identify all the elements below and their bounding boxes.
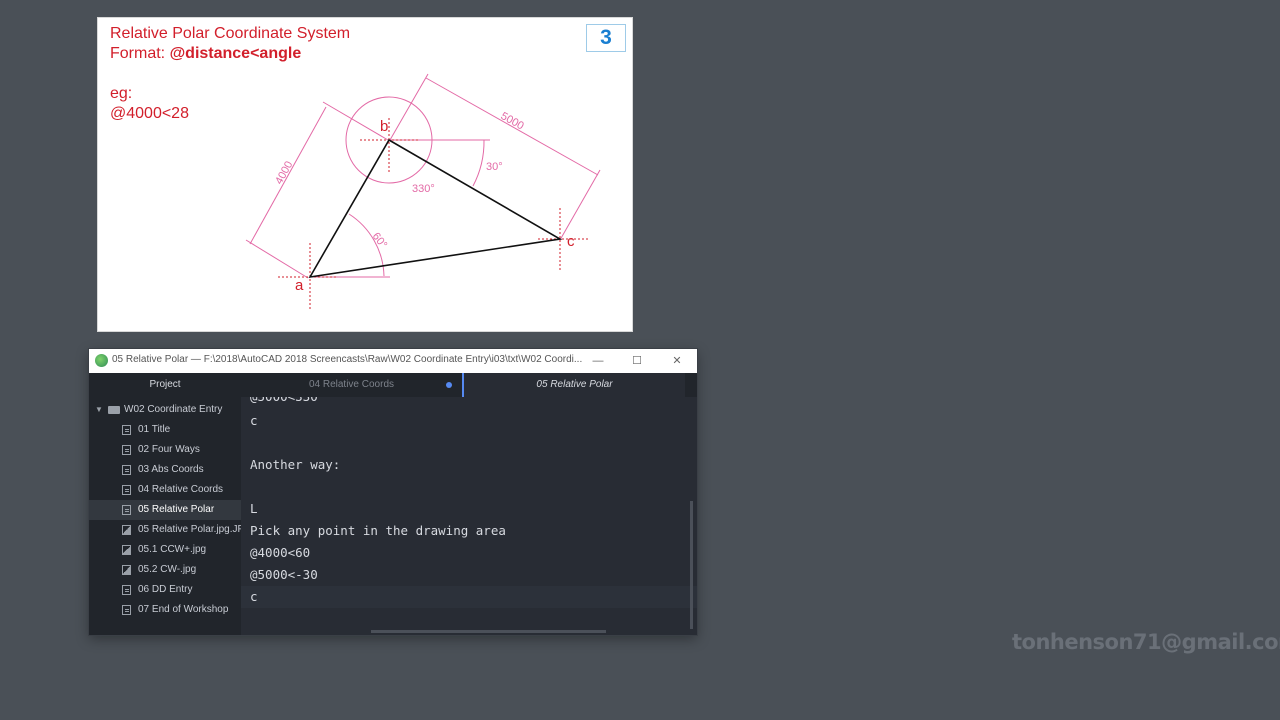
polar-diagram: a b c 4000 5000 60° 30° 330° — [245, 73, 601, 310]
folder-icon — [108, 406, 120, 414]
tree-item-label: 03 Abs Coords — [138, 464, 204, 475]
file-icon — [122, 505, 131, 515]
folder-label: W02 Coordinate Entry — [124, 404, 223, 415]
tab-04-relative-coords[interactable]: 04 Relative Coords — [241, 373, 463, 397]
text-editor[interactable]: @5000<330 c Another way: L Pick any poin… — [241, 397, 697, 635]
tree-item-label: 06 DD Entry — [138, 584, 193, 595]
label-b: b — [380, 118, 388, 135]
tree-item-label: 05.1 CCW+.jpg — [138, 544, 207, 555]
project-sidebar: Project ▼ W02 Coordinate Entry 01 Title … — [89, 373, 241, 635]
editor-line: @5000<330 — [250, 397, 318, 408]
editor-line: c — [250, 413, 258, 428]
tree-item-label: 05 Relative Polar.jpg.JPG — [138, 524, 241, 535]
minimize-button[interactable]: — — [578, 349, 618, 373]
tree-item-label: 04 Relative Coords — [138, 484, 224, 495]
email-watermark: tonhenson71@gmail.com — [1012, 630, 1280, 654]
tree-item-label: 05.2 CW-.jpg — [138, 564, 197, 575]
modified-dot-icon — [446, 382, 452, 388]
image-file-icon — [122, 565, 131, 575]
window-titlebar[interactable]: 05 Relative Polar — F:\2018\AutoCAD 2018… — [89, 349, 697, 373]
editor-window: 05 Relative Polar — F:\2018\AutoCAD 2018… — [89, 349, 697, 635]
editor-line: Another way: — [250, 457, 341, 472]
slide-image: Relative Polar Coordinate System Format:… — [98, 18, 632, 331]
triangle-abc — [308, 138, 563, 279]
label-60deg: 60° — [370, 230, 390, 251]
arc-30 — [472, 139, 485, 187]
tree-item-label: 05 Relative Polar — [138, 504, 215, 515]
maximize-button[interactable]: ☐ — [617, 349, 657, 373]
file-icon — [122, 445, 131, 455]
tree-item-label: 02 Four Ways — [138, 444, 200, 455]
label-a: a — [295, 277, 304, 294]
tree-item-05-relative-polar[interactable]: 05 Relative Polar — [89, 500, 241, 520]
ext-line-c — [559, 169, 601, 241]
tree-item-07-end-of-workshop[interactable]: 07 End of Workshop — [89, 600, 241, 620]
editor-line: Pick any point in the drawing area — [250, 523, 506, 538]
sidebar-header[interactable]: Project — [89, 373, 241, 397]
ext-line-a — [245, 239, 309, 279]
image-file-icon — [122, 525, 131, 535]
label-30deg: 30° — [486, 161, 503, 173]
editor-line: c — [250, 589, 258, 604]
horizontal-scrollbar[interactable] — [371, 630, 606, 633]
tree-item-06-dd-entry[interactable]: 06 DD Entry — [89, 580, 241, 600]
tree-item-05-2-cw[interactable]: 05.2 CW-.jpg — [89, 560, 241, 580]
label-4000: 4000 — [273, 159, 295, 186]
file-icon — [122, 585, 131, 595]
vertical-scrollbar[interactable] — [690, 501, 693, 629]
cursor-line-highlight — [241, 586, 697, 608]
label-5000: 5000 — [499, 110, 526, 132]
editor-line: @4000<60 — [250, 545, 311, 560]
label-330deg: 330° — [412, 183, 435, 195]
tree-folder[interactable]: ▼ W02 Coordinate Entry — [89, 400, 241, 420]
tree-item-05-1-ccw[interactable]: 05.1 CCW+.jpg — [89, 540, 241, 560]
tree-item-04-relative-coords[interactable]: 04 Relative Coords — [89, 480, 241, 500]
close-button[interactable]: ✕ — [657, 349, 697, 373]
editor-line: L — [250, 501, 258, 516]
tree-item-label: 01 Title — [138, 424, 171, 435]
window-title: 05 Relative Polar — F:\2018\AutoCAD 2018… — [112, 354, 582, 365]
file-icon — [122, 605, 131, 615]
tab-label: 04 Relative Coords — [308, 379, 395, 390]
chevron-down-icon: ▼ — [95, 405, 103, 414]
image-file-icon — [122, 545, 131, 555]
tree-item-label: 07 End of Workshop — [138, 604, 229, 615]
atom-app-icon — [95, 354, 108, 367]
editor-line: @5000<-30 — [250, 567, 318, 582]
file-icon — [122, 465, 131, 475]
tab-label: 05 Relative Polar — [536, 379, 613, 390]
file-icon — [122, 485, 131, 495]
label-c: c — [567, 233, 575, 250]
tree-item-02-four-ways[interactable]: 02 Four Ways — [89, 440, 241, 460]
ext-line-b2 — [389, 73, 429, 141]
tree-item-03-abs-coords[interactable]: 03 Abs Coords — [89, 460, 241, 480]
tree-item-01-title[interactable]: 01 Title — [89, 420, 241, 440]
tab-bar: 04 Relative Coords 05 Relative Polar — [241, 373, 697, 397]
tree-item-05-relative-polar-jpg[interactable]: 05 Relative Polar.jpg.JPG — [89, 520, 241, 540]
ext-line-b — [322, 101, 389, 141]
file-icon — [122, 425, 131, 435]
tab-05-relative-polar[interactable]: 05 Relative Polar — [462, 373, 685, 397]
